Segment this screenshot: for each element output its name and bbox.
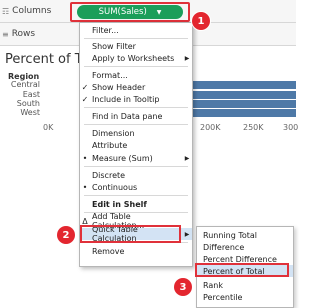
- x-tick-label: 200K: [200, 123, 221, 132]
- radio-dot-icon: •: [82, 182, 88, 192]
- percent-of-total-highlight-box: [195, 263, 289, 277]
- menu-divider: [84, 38, 188, 39]
- menu-item-find-in-data-pane[interactable]: Find in Data pane: [80, 110, 192, 122]
- columns-icon: ☶: [2, 6, 10, 16]
- menu-divider: [84, 107, 188, 108]
- bar-central[interactable]: [190, 81, 296, 89]
- submenu-item-difference[interactable]: Difference: [197, 241, 293, 253]
- category-label: Central: [10, 80, 40, 89]
- submenu-arrow-icon: ▶: [184, 230, 190, 238]
- submenu-item-percentile[interactable]: Percentile: [197, 291, 293, 303]
- bar-south[interactable]: [190, 100, 296, 108]
- chevron-down-icon[interactable]: ▼: [157, 9, 162, 16]
- menu-item-filter[interactable]: Filter...: [80, 24, 192, 36]
- category-label: East: [22, 90, 40, 99]
- menu-item-continuous[interactable]: • Continuous: [80, 181, 192, 193]
- submenu-arrow-icon: ▶: [184, 154, 190, 162]
- menu-item-edit-in-shelf[interactable]: Edit in Shelf: [80, 198, 192, 210]
- menu-divider: [84, 124, 188, 125]
- menu-divider: [84, 195, 188, 196]
- checkmark-icon: ✓: [81, 82, 89, 92]
- radio-dot-icon: •: [82, 153, 88, 163]
- columns-shelf-label: ☶ Columns: [2, 6, 52, 16]
- menu-item-remove[interactable]: Remove: [80, 245, 192, 257]
- menu-item-discrete[interactable]: Discrete: [80, 169, 192, 181]
- category-label: South: [16, 99, 40, 108]
- bar-east[interactable]: [190, 91, 296, 99]
- menu-item-measure-sum[interactable]: • Measure (Sum) ▶: [80, 152, 192, 164]
- category-label: West: [20, 108, 40, 117]
- menu-item-show-filter[interactable]: Show Filter: [80, 40, 192, 52]
- submenu-item-rank[interactable]: Rank: [197, 279, 293, 291]
- step-badge-3: 3: [174, 278, 192, 296]
- submenu-item-running-total[interactable]: Running Total: [197, 229, 293, 241]
- x-tick-label: 300: [283, 123, 299, 132]
- checkmark-icon: ✓: [81, 94, 89, 104]
- sum-sales-pill[interactable]: SUM(Sales) ▼: [77, 5, 183, 19]
- rows-icon: ≡: [2, 29, 9, 39]
- pill-label: SUM(Sales): [98, 7, 147, 17]
- menu-divider: [84, 66, 188, 67]
- x-tick-label: 0K: [43, 123, 54, 132]
- step-badge-1: 1: [192, 12, 210, 30]
- bar-west[interactable]: [190, 109, 296, 117]
- menu-item-attribute[interactable]: Attribute: [80, 139, 192, 151]
- menu-item-include-in-tooltip[interactable]: ✓ Include in Tooltip: [80, 93, 192, 105]
- menu-item-dimension[interactable]: Dimension: [80, 127, 192, 139]
- menu-item-format[interactable]: Format...: [80, 69, 192, 81]
- quick-table-calc-highlight-box: [80, 225, 181, 243]
- submenu-arrow-icon: ▶: [184, 54, 190, 62]
- step-badge-2: 2: [57, 226, 75, 244]
- x-tick-label: 250K: [243, 123, 264, 132]
- rows-shelf-label: ≡ Rows: [2, 29, 36, 39]
- menu-item-apply-to-worksheets[interactable]: Apply to Worksheets ▶: [80, 52, 192, 64]
- menu-item-show-header[interactable]: ✓ Show Header: [80, 81, 192, 93]
- menu-divider: [84, 166, 188, 167]
